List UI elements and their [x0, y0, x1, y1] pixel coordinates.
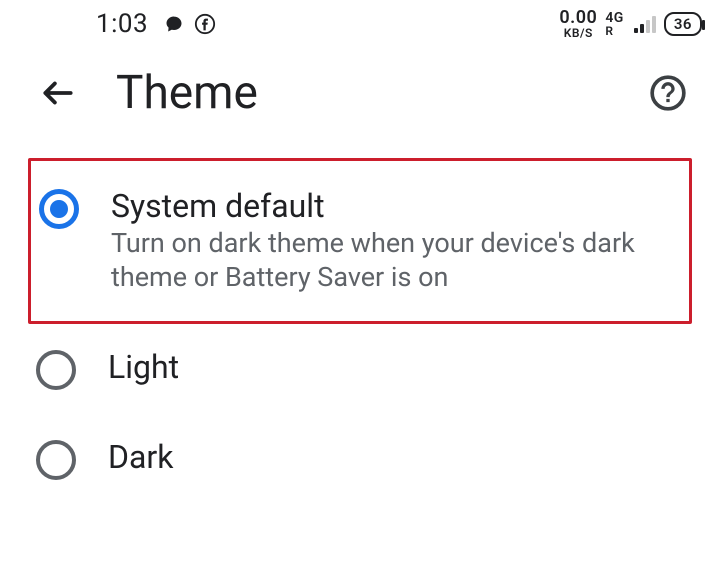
arrow-left-icon — [39, 74, 77, 112]
network-roaming: R — [605, 25, 614, 37]
status-icons-left — [164, 13, 216, 35]
battery-indicator: 36 — [664, 12, 702, 36]
status-right: 0.00 KB/S 4G R 36 — [559, 9, 702, 39]
notification-facebook-icon — [194, 13, 216, 35]
option-system-default[interactable]: System default Turn on dark theme when y… — [31, 163, 689, 319]
radio-unchecked-icon — [36, 440, 76, 480]
option-subtitle: Turn on dark theme when your device's da… — [111, 227, 651, 295]
signal-strength-icon — [634, 15, 656, 33]
screen: 1:03 0.00 KB/S 4G R 36 — [0, 0, 720, 575]
data-speed: 0.00 KB/S — [559, 9, 597, 39]
status-time: 1:03 — [96, 9, 148, 39]
page-title: Theme — [116, 66, 258, 120]
theme-options: System default Turn on dark theme when y… — [0, 138, 720, 504]
option-light[interactable]: Light — [28, 324, 692, 414]
network-badge: 4G R — [605, 11, 624, 37]
option-title: Light — [108, 348, 179, 386]
help-circle-icon — [648, 73, 688, 113]
option-title: Dark — [108, 438, 173, 476]
option-text: Dark — [108, 438, 173, 476]
data-speed-unit: KB/S — [564, 27, 593, 39]
status-bar: 1:03 0.00 KB/S 4G R 36 — [0, 0, 720, 48]
radio-checked-icon — [39, 189, 79, 229]
option-text: System default Turn on dark theme when y… — [111, 187, 651, 295]
notification-chat-icon — [164, 14, 184, 34]
option-dark[interactable]: Dark — [28, 414, 692, 504]
option-text: Light — [108, 348, 179, 386]
highlight-annotation: System default Turn on dark theme when y… — [28, 158, 692, 324]
help-button[interactable] — [644, 69, 692, 117]
back-button[interactable] — [34, 69, 82, 117]
app-bar: Theme — [0, 48, 720, 138]
option-title: System default — [111, 187, 651, 225]
network-gen: 4G — [605, 11, 624, 25]
radio-unchecked-icon — [36, 350, 76, 390]
data-speed-value: 0.00 — [559, 9, 597, 27]
